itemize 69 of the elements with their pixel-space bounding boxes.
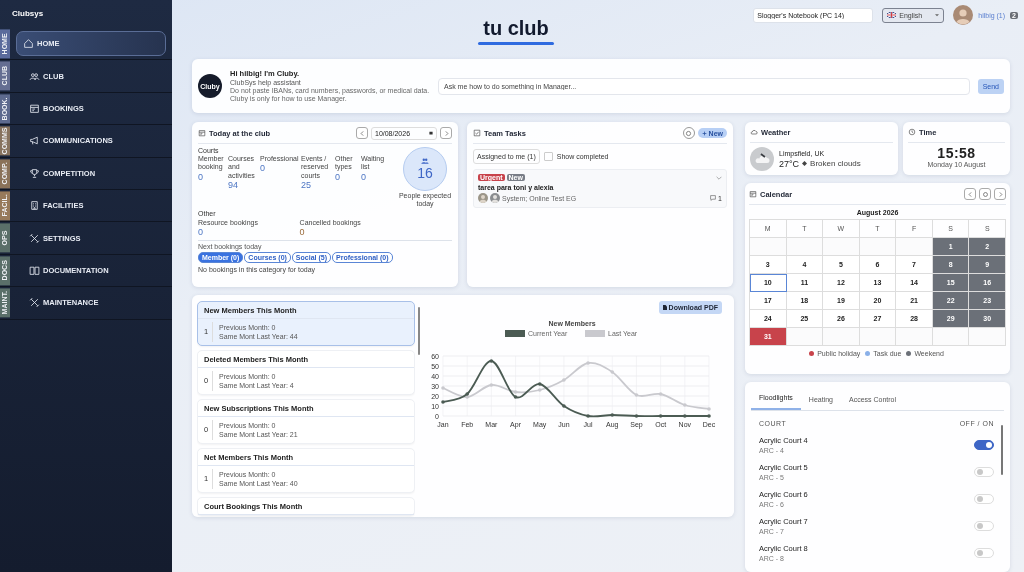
previous-button[interactable]: [964, 188, 976, 200]
stat-value: 0: [198, 227, 204, 239]
clock-icon: [908, 128, 916, 136]
people-icon: [421, 157, 429, 165]
house-icon: [23, 38, 34, 50]
data-point: [441, 400, 445, 404]
chevron-left-icon: [966, 190, 974, 198]
checkbox-icon: [473, 129, 481, 137]
stat-value: 0: [260, 163, 266, 175]
today-button[interactable]: [979, 188, 991, 200]
flag-icon: [887, 12, 897, 18]
megaphone-icon: [29, 135, 40, 147]
tools-icon: [29, 297, 40, 309]
data-point: [537, 388, 542, 392]
data-point: [489, 383, 494, 387]
data-point: [610, 413, 615, 417]
data-point: [707, 407, 711, 411]
data-point: [683, 403, 687, 407]
data-point: [562, 404, 566, 408]
stat-value: 0: [198, 171, 204, 183]
next-button[interactable]: [440, 127, 452, 139]
next-button[interactable]: [994, 188, 1006, 200]
data-point: [441, 386, 445, 390]
checkbox[interactable]: [543, 152, 553, 161]
diamond-icon: [802, 161, 808, 166]
stat-value: 94: [228, 180, 239, 191]
toggle-switch[interactable]: [974, 439, 994, 450]
page-title: tu club: [483, 16, 549, 40]
book-icon: [29, 264, 40, 276]
stat-value: 0: [299, 227, 306, 239]
caret-icon: [935, 13, 940, 17]
trophy-icon: [29, 167, 40, 179]
avatar: [478, 193, 488, 203]
weather-condition: Broken clouds: [810, 159, 861, 168]
brand-name: Clubsys: [11, 8, 45, 20]
data-point: [489, 359, 494, 363]
data-point: [586, 361, 590, 365]
cloud-icon: [750, 128, 758, 136]
chevron-left-icon: [358, 129, 366, 137]
document-icon: [662, 305, 667, 310]
stat-value: 25: [301, 180, 312, 191]
people-icon: [29, 70, 40, 82]
data-point: [683, 414, 687, 418]
data-point: [586, 414, 590, 418]
data-point: [610, 370, 615, 374]
data-point: [707, 414, 711, 418]
clock-time: 15:58: [936, 145, 977, 161]
avatar: [490, 193, 500, 203]
previous-button[interactable]: [356, 127, 368, 139]
data-point: [634, 414, 639, 418]
comment-icon: [710, 195, 717, 201]
data-point: [634, 393, 639, 397]
building-icon: [29, 200, 40, 212]
cloud-icon: [750, 147, 774, 171]
avatar[interactable]: [953, 5, 974, 25]
tools-icon: [29, 232, 40, 244]
circle-icon: [981, 190, 989, 198]
chevron-down-icon[interactable]: [716, 175, 722, 180]
plus-icon: [701, 130, 707, 136]
data-point: [658, 414, 663, 418]
expected-count: 16: [417, 165, 433, 181]
refresh-button[interactable]: [682, 127, 695, 139]
data-point: [537, 382, 542, 386]
stat-value: 0: [361, 171, 367, 183]
refresh-icon: [685, 129, 693, 137]
stat-value: 0: [335, 171, 341, 183]
temperature: 27°C: [779, 158, 800, 169]
data-point: [658, 392, 663, 396]
data-point: [562, 378, 566, 382]
